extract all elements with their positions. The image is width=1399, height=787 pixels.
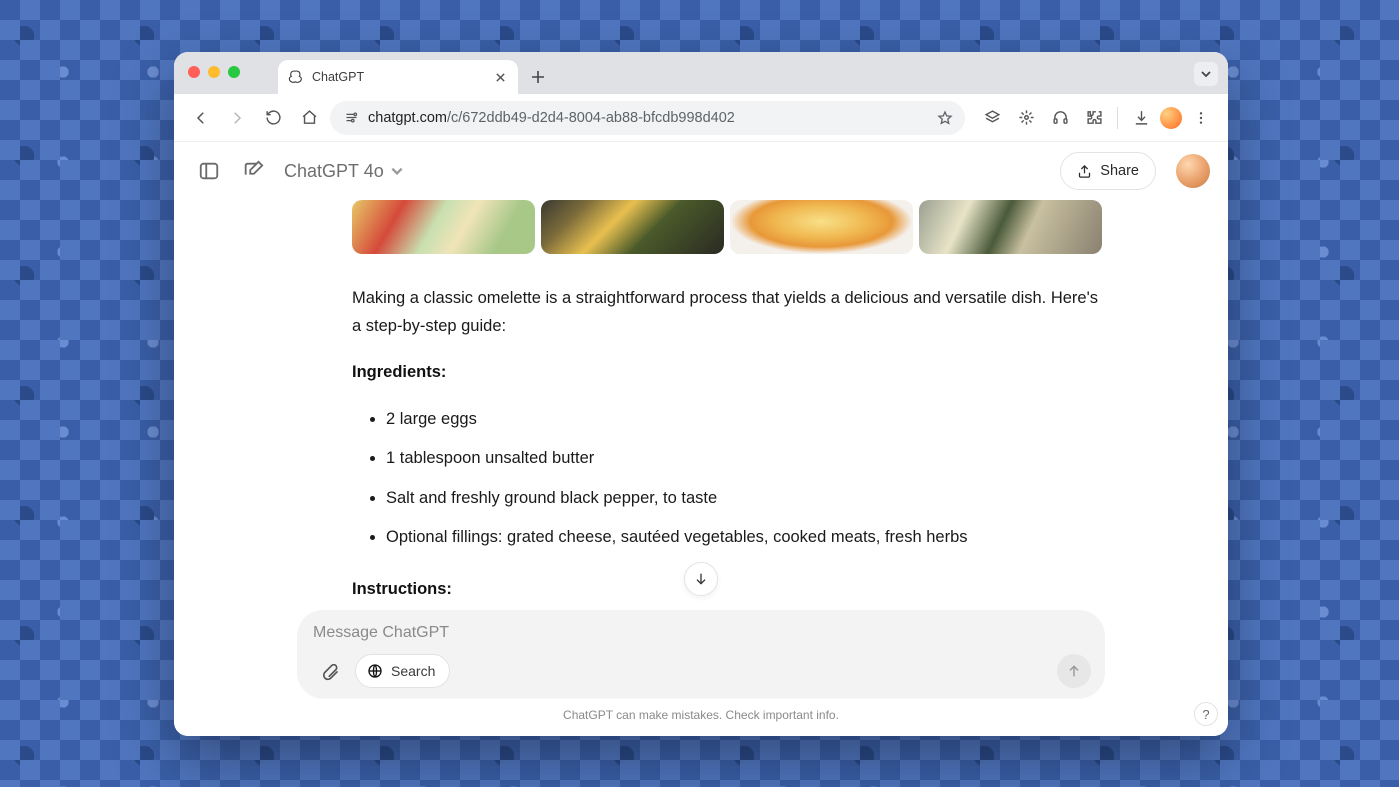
- browser-window: ChatGPT chatgpt.c: [174, 52, 1228, 736]
- result-image[interactable]: [730, 200, 913, 254]
- intro-paragraph: Making a classic omelette is a straightf…: [352, 284, 1104, 341]
- extension-flower-icon[interactable]: [1011, 103, 1041, 133]
- chatgpt-favicon-icon: [288, 69, 304, 85]
- message-input[interactable]: [313, 624, 1091, 642]
- globe-icon: [366, 662, 384, 680]
- share-label: Share: [1100, 163, 1139, 179]
- forward-button[interactable]: [222, 103, 252, 133]
- home-button[interactable]: [294, 103, 324, 133]
- list-item: Optional fillings: grated cheese, sautée…: [386, 518, 1104, 558]
- extension-headphones-icon[interactable]: [1045, 103, 1075, 133]
- help-label: ?: [1202, 707, 1209, 722]
- help-button[interactable]: ?: [1194, 702, 1218, 726]
- bookmark-button[interactable]: [937, 110, 953, 126]
- browser-profile-avatar[interactable]: [1160, 107, 1182, 129]
- new-chat-button[interactable]: [236, 154, 270, 188]
- extension-layers-icon[interactable]: [977, 103, 1007, 133]
- window-controls: [188, 66, 240, 78]
- ingredients-list: 2 large eggs 1 tablespoon unsalted butte…: [352, 400, 1104, 558]
- attach-button[interactable]: [313, 654, 347, 688]
- search-chip[interactable]: Search: [355, 654, 450, 688]
- result-image[interactable]: [352, 200, 535, 254]
- browser-menu-button[interactable]: [1186, 103, 1216, 133]
- share-icon: [1077, 164, 1092, 179]
- toolbar-separator: [1117, 107, 1118, 129]
- reload-button[interactable]: [258, 103, 288, 133]
- list-item: Salt and freshly ground black pepper, to…: [386, 479, 1104, 519]
- send-button[interactable]: [1057, 654, 1091, 688]
- disclaimer-text: ChatGPT can make mistakes. Check importa…: [174, 708, 1228, 722]
- ingredients-heading: Ingredients:: [352, 363, 1104, 382]
- chevron-down-icon: [390, 164, 404, 178]
- tab-title: ChatGPT: [312, 70, 484, 84]
- close-tab-button[interactable]: [492, 69, 508, 85]
- extensions-puzzle-icon[interactable]: [1079, 103, 1109, 133]
- assistant-message: Making a classic omelette is a straightf…: [352, 200, 1104, 655]
- composer-area: Search ChatGPT can make mistakes. Check …: [174, 610, 1228, 736]
- site-settings-icon[interactable]: [342, 109, 360, 127]
- composer: Search: [297, 610, 1105, 698]
- url-text: chatgpt.com/c/672ddb49-d2d4-8004-ab88-bf…: [368, 110, 929, 126]
- app-header: ChatGPT 4o Share: [174, 142, 1228, 200]
- minimize-window-button[interactable]: [208, 66, 220, 78]
- browser-tab[interactable]: ChatGPT: [278, 60, 518, 94]
- sidebar-toggle-button[interactable]: [192, 154, 226, 188]
- back-button[interactable]: [186, 103, 216, 133]
- browser-toolbar: chatgpt.com/c/672ddb49-d2d4-8004-ab88-bf…: [174, 94, 1228, 142]
- close-window-button[interactable]: [188, 66, 200, 78]
- chat-content: Making a classic omelette is a straightf…: [174, 200, 1228, 736]
- share-button[interactable]: Share: [1060, 152, 1156, 190]
- address-bar[interactable]: chatgpt.com/c/672ddb49-d2d4-8004-ab88-bf…: [330, 101, 965, 135]
- list-item: 1 tablespoon unsalted butter: [386, 439, 1104, 479]
- tabs-dropdown-button[interactable]: [1194, 62, 1218, 86]
- user-avatar[interactable]: [1176, 154, 1210, 188]
- model-selector[interactable]: ChatGPT 4o: [284, 161, 404, 182]
- result-image[interactable]: [919, 200, 1102, 254]
- downloads-button[interactable]: [1126, 103, 1156, 133]
- image-results-row: [352, 200, 1104, 254]
- chat-scroll-area[interactable]: Making a classic omelette is a straightf…: [174, 200, 1228, 736]
- maximize-window-button[interactable]: [228, 66, 240, 78]
- browser-tabstrip: ChatGPT: [174, 52, 1228, 94]
- new-tab-button[interactable]: [524, 63, 552, 91]
- search-chip-label: Search: [391, 663, 435, 679]
- result-image[interactable]: [541, 200, 724, 254]
- toolbar-right-cluster: [977, 103, 1216, 133]
- model-label: ChatGPT 4o: [284, 161, 384, 182]
- scroll-to-bottom-button[interactable]: [684, 562, 718, 596]
- list-item: 2 large eggs: [386, 400, 1104, 440]
- instructions-heading: Instructions:: [352, 580, 1104, 599]
